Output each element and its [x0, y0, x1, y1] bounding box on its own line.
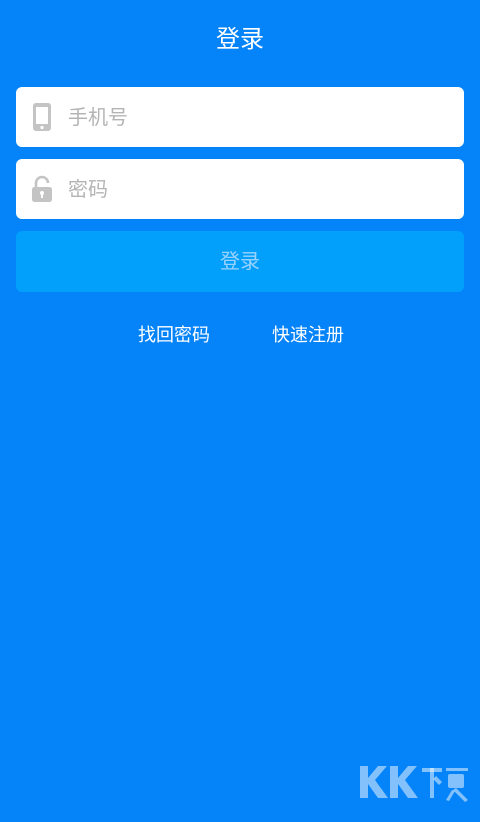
phone-input[interactable] [68, 87, 448, 147]
password-input[interactable] [68, 159, 448, 219]
login-button[interactable]: 登录 [16, 231, 464, 292]
quick-register-link[interactable]: 快速注册 [272, 323, 344, 349]
lock-icon [32, 175, 52, 202]
kk-download-watermark-logo [360, 766, 468, 802]
phone-field[interactable] [16, 87, 464, 147]
password-field[interactable] [16, 159, 464, 219]
page-title: 登录 [216, 25, 264, 53]
forgot-password-link[interactable]: 找回密码 [138, 323, 210, 349]
phone-icon [33, 103, 51, 131]
auth-links: 找回密码 快速注册 [0, 323, 480, 349]
